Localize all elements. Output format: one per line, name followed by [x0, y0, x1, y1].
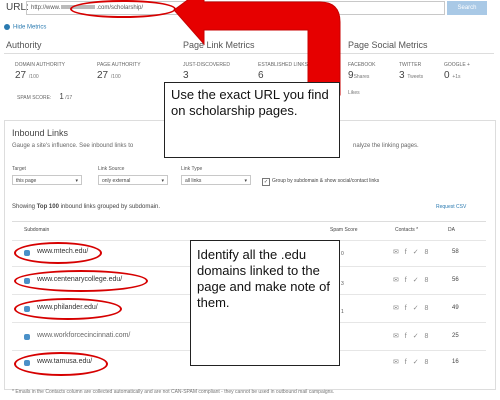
authority-title: Authority — [6, 40, 42, 50]
row-domain[interactable]: www.workforcecincinnati.com/ — [37, 332, 130, 339]
highlight-oval — [14, 352, 108, 376]
col-contacts-header: Contacts * — [395, 227, 419, 233]
twitter-value: 3 Tweets — [399, 70, 424, 81]
chevron-down-icon: ▾ — [161, 178, 164, 184]
chevron-down-icon: ▾ — [244, 178, 247, 184]
link-type-label: Link Type — [181, 166, 203, 172]
hide-metrics-toggle[interactable]: Hide Metrics — [4, 24, 46, 31]
contacts-icons[interactable]: ✉ f ✓ 8 — [393, 304, 430, 312]
inbound-links-subtitle-end: nalyze the linking pages. — [353, 143, 419, 149]
col-subdomain-header[interactable]: Subdomain — [24, 227, 49, 233]
search-button[interactable]: Search — [447, 1, 487, 15]
target-select[interactable]: this page ▾ — [12, 175, 82, 185]
spam-score: SPAM SCORE: 1 /17 — [17, 92, 73, 101]
expand-icon[interactable] — [24, 334, 30, 340]
contacts-icons[interactable]: ✉ f ✓ 8 — [393, 276, 430, 284]
domain-authority-value: 27 /100 — [15, 70, 39, 81]
google-label: GOOGLE + — [444, 62, 470, 68]
table-header-top-line — [12, 221, 486, 222]
row-da: 16 — [452, 359, 459, 365]
contacts-icons[interactable]: ✉ f ✓ 8 — [393, 332, 430, 340]
showing-summary: Showing Top 100 inbound links grouped by… — [12, 204, 160, 210]
link-source-select[interactable]: only external ▾ — [98, 175, 168, 185]
target-label: Target — [12, 166, 26, 172]
inbound-links-title: Inbound Links — [12, 128, 69, 138]
hide-metrics-label: Hide Metrics — [13, 24, 47, 31]
col-da-header[interactable]: DA — [448, 227, 455, 233]
highlight-oval — [14, 298, 122, 320]
google-value: 0 +1s — [444, 70, 461, 81]
inbound-links-subtitle: Gauge a site's influence. See inbound li… — [12, 143, 134, 149]
group-by-subdomain-checkbox[interactable]: ✓ — [262, 178, 270, 186]
chevron-down-icon: ▾ — [75, 178, 78, 184]
row-spam-score: 0 — [341, 251, 344, 257]
col-spam-score-header[interactable]: Spam Score — [330, 227, 358, 233]
highlight-oval — [14, 270, 148, 292]
contacts-footnote: * Emails in the Contacts column are coll… — [12, 389, 335, 395]
highlight-oval — [14, 242, 102, 264]
twitter-label: TWITTER — [399, 62, 422, 68]
page-authority-label: PAGE AUTHORITY — [97, 62, 141, 68]
contacts-icons[interactable]: ✉ f ✓ 8 — [393, 358, 430, 366]
row-spam-score: 3 — [341, 281, 344, 287]
group-by-subdomain-label: Group by subdomain & show social/contact… — [272, 178, 380, 184]
row-da: 56 — [452, 277, 459, 283]
request-csv-link[interactable]: Request CSV — [436, 204, 466, 210]
arrow-shape — [173, 0, 341, 96]
domain-authority-label: DOMAIN AUTHORITY — [15, 62, 66, 68]
row-da: 25 — [452, 333, 459, 339]
contacts-icons[interactable]: ✉ f ✓ 8 — [393, 248, 430, 256]
url-highlight-oval — [70, 0, 176, 18]
callout-url: Use the exact URL you find on scholarshi… — [164, 82, 340, 158]
row-spam-score: 1 — [341, 309, 344, 315]
url-value-start: http://www. — [31, 5, 61, 11]
row-da: 49 — [452, 305, 459, 311]
link-type-select[interactable]: all links ▾ — [181, 175, 251, 185]
callout-edu-domains: Identify all the .edu domains linked to … — [190, 240, 340, 366]
row-da: 58 — [452, 249, 459, 255]
page-authority-value: 27 /100 — [97, 70, 121, 81]
minus-circle-icon — [4, 24, 10, 30]
link-source-label: Link Source — [98, 166, 125, 172]
